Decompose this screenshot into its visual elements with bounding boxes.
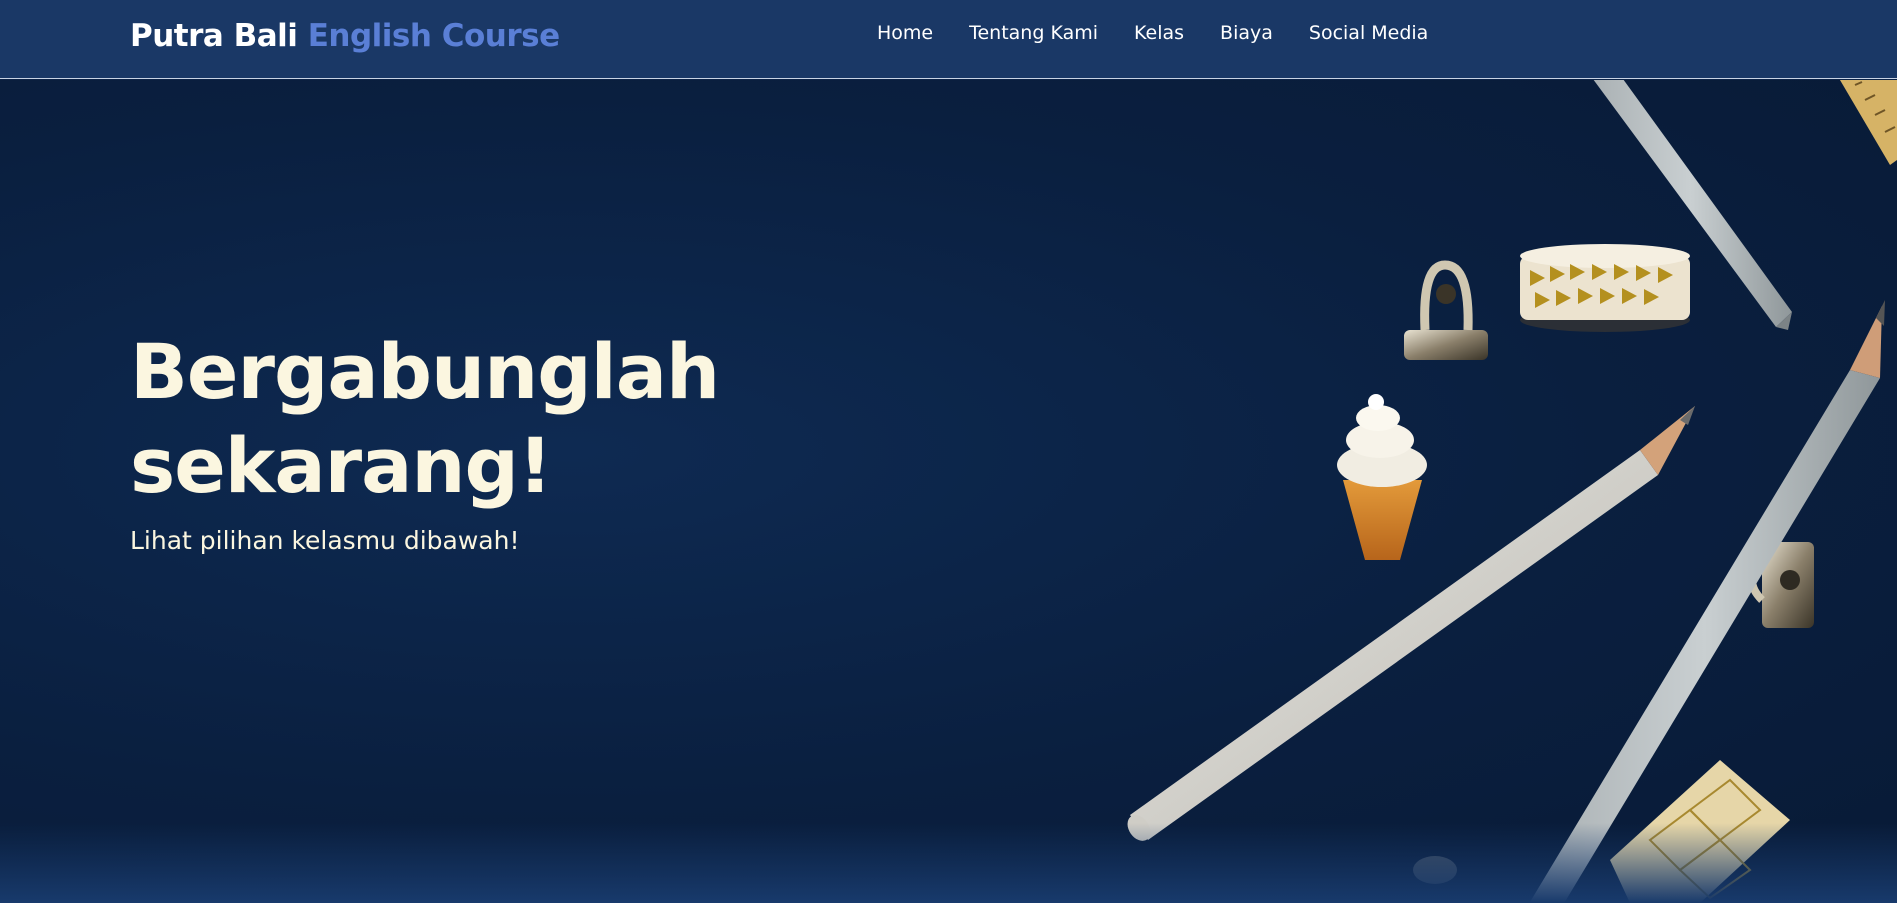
nav-link-home[interactable]: Home — [877, 22, 933, 44]
nav-menu: Home Tentang Kami Kelas Biaya Social Med… — [877, 22, 1428, 44]
hero-bottom-fade — [0, 823, 1897, 903]
nav-link-biaya[interactable]: Biaya — [1220, 22, 1273, 44]
brand-logo[interactable]: Putra Bali English Course — [130, 18, 560, 54]
hero-subtitle: Lihat pilihan kelasmu dibawah! — [130, 526, 520, 555]
ice-cream-eraser-icon — [1337, 394, 1427, 560]
nav-link-tentang-kami[interactable]: Tentang Kami — [969, 22, 1098, 44]
top-navbar: Putra Bali English Course Home Tentang K… — [0, 0, 1897, 79]
ruler-icon — [1840, 80, 1897, 165]
nav-link-social-media[interactable]: Social Media — [1309, 22, 1428, 44]
hero-title-line-1: Bergabunglah — [130, 327, 720, 416]
binder-clip-icon — [1404, 260, 1488, 360]
brand-name-primary: Putra Bali — [130, 18, 298, 54]
hero-section: Bergabunglah sekarang! Lihat pilihan kel… — [0, 80, 1897, 903]
washi-tape-icon — [1520, 244, 1690, 332]
hero-title: Bergabunglah sekarang! — [130, 325, 720, 513]
hero-title-line-2: sekarang! — [130, 421, 553, 510]
brand-name-accent: English Course — [307, 18, 560, 54]
nav-link-kelas[interactable]: Kelas — [1134, 22, 1184, 44]
